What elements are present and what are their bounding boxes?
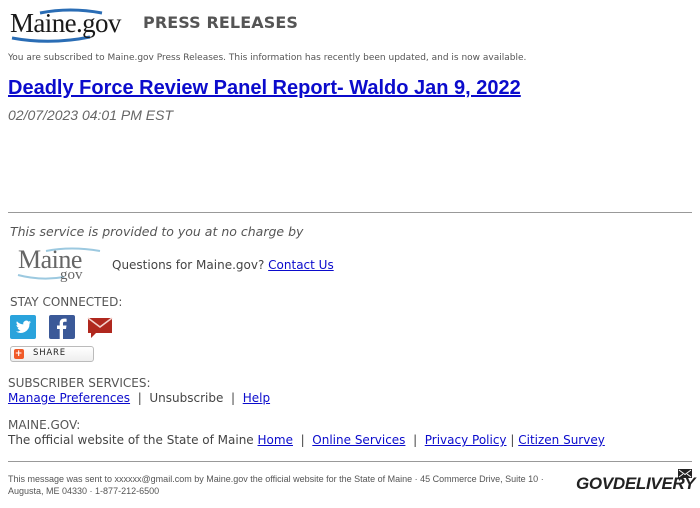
email-icon[interactable] [87, 315, 113, 339]
plus-icon: + [14, 349, 24, 359]
facebook-icon[interactable] [49, 315, 75, 339]
footer-message: This message was sent to xxxxxx@gmail.co… [8, 474, 544, 496]
separator: | [137, 391, 142, 405]
citizen-survey-link[interactable]: Citizen Survey [518, 433, 605, 447]
envelope-icon [678, 469, 692, 481]
maine-gov-links: The official website of the State of Mai… [8, 433, 605, 447]
share-label: SHARE [33, 348, 66, 358]
privacy-policy-link[interactable]: Privacy Policy [425, 433, 507, 447]
separator: | [300, 433, 305, 447]
press-release-link[interactable]: Deadly Force Review Panel Report- Waldo … [8, 77, 521, 100]
divider [8, 212, 692, 213]
manage-preferences-link[interactable]: Manage Preferences [8, 391, 130, 405]
home-link[interactable]: Home [258, 433, 293, 447]
questions-text: Questions for Maine.gov? [112, 258, 265, 272]
divider [8, 461, 692, 462]
help-link[interactable]: Help [243, 391, 270, 405]
questions-line: Questions for Maine.gov? Contact Us [112, 258, 334, 272]
subscriber-links: Manage Preferences | Unsubscribe | Help [8, 391, 270, 405]
share-button[interactable]: + SHARE [10, 346, 94, 362]
page-title: PRESS RELEASES [143, 13, 299, 32]
twitter-icon[interactable] [10, 315, 36, 339]
stay-connected-heading: STAY CONNECTED: [10, 295, 123, 309]
unsubscribe-text[interactable]: Unsubscribe [149, 391, 223, 405]
logo-text: Maine.gov [10, 8, 121, 38]
separator: | [413, 433, 418, 447]
maine-gov-heading: MAINE.GOV: [8, 418, 81, 432]
subscriber-services-heading: SUBSCRIBER SERVICES: [8, 376, 151, 390]
maine-gov-footer-logo: Maine gov [16, 245, 102, 287]
release-datetime: 02/07/2023 04:01 PM EST [8, 107, 173, 123]
provider-text: This service is provided to you at no ch… [10, 224, 304, 239]
separator: | [510, 433, 515, 447]
separator: | [231, 391, 236, 405]
subscription-notice: You are subscribed to Maine.gov Press Re… [8, 53, 527, 63]
logo-sub-text: gov [60, 267, 83, 283]
online-services-link[interactable]: Online Services [312, 433, 405, 447]
contact-us-link[interactable]: Contact Us [268, 258, 334, 272]
maine-gov-description: The official website of the State of Mai… [8, 433, 254, 447]
maine-gov-logo[interactable]: Maine.gov [10, 5, 121, 43]
